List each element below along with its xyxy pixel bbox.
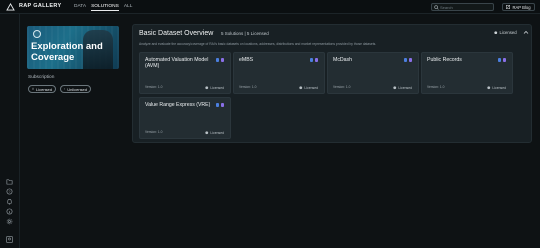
- solution-card-avm[interactable]: Automated Valuation Model (AVM) Version:…: [139, 52, 231, 94]
- card-version: Version: 1.0: [145, 130, 163, 134]
- card-title: Public Records: [427, 57, 462, 63]
- panel-description: Analyze and evaluate the accuracy/covera…: [139, 42, 377, 46]
- settings-icon[interactable]: [6, 218, 13, 225]
- shield-check-icon: [205, 131, 209, 135]
- card-status: Licensed: [487, 86, 506, 90]
- rap-blog-button[interactable]: RAP Blog: [502, 3, 535, 11]
- card-status-label: Licensed: [398, 86, 412, 90]
- rap-blog-label: RAP Blog: [512, 4, 531, 10]
- card-badges: [497, 58, 506, 62]
- search-input[interactable]: [440, 4, 492, 11]
- lock-icon: [64, 88, 66, 90]
- shield-check-icon: [299, 86, 303, 90]
- solution-card-mcdash[interactable]: McDash Version: 1.0 Licensed: [327, 52, 419, 94]
- circle-icon: [33, 30, 41, 38]
- card-status-label: Licensed: [210, 86, 224, 90]
- card-title: eMBS: [239, 57, 254, 63]
- subscription-label: Subscription: [28, 75, 55, 80]
- shield-check-icon: [393, 86, 397, 90]
- search-box[interactable]: [431, 3, 494, 11]
- solution-card-vre[interactable]: Value Range Express (VRE) Version: 1.0 L…: [139, 97, 231, 139]
- shield-check-icon: [494, 31, 498, 34]
- help-icon[interactable]: ?: [6, 188, 13, 195]
- licensed-chip-label: Licensed: [35, 86, 52, 92]
- card-version: Version: 1.0: [239, 85, 257, 89]
- license-filter-label: Licensed: [499, 30, 517, 35]
- license-filter[interactable]: Licensed: [494, 30, 517, 35]
- solution-badge-icon: [220, 103, 224, 107]
- hero-banner: Exploration and Coverage: [27, 26, 119, 69]
- card-title: Automated Valuation Model (AVM): [145, 57, 209, 70]
- data-badge-icon: [215, 58, 219, 62]
- svg-text:?: ?: [9, 190, 11, 194]
- card-badges: [403, 58, 412, 62]
- solution-badge-icon: [220, 58, 224, 62]
- shield-check-icon: [487, 86, 491, 90]
- nav-all[interactable]: ALL: [124, 4, 133, 11]
- panel-title: Basic Dataset Overview: [139, 30, 214, 37]
- external-link-icon: [506, 5, 511, 9]
- card-badges: [215, 58, 224, 62]
- data-badge-icon: [309, 58, 313, 62]
- card-title: McDash: [333, 57, 353, 63]
- nav-data[interactable]: DATA: [74, 4, 86, 11]
- solution-card-embs[interactable]: eMBS Version: 1.0 Licensed: [233, 52, 325, 94]
- hero-title: Exploration and Coverage: [31, 41, 103, 63]
- unlicensed-filter-chip[interactable]: Unlicensed: [60, 85, 91, 93]
- card-status-label: Licensed: [210, 131, 224, 135]
- card-version: Version: 1.0: [145, 85, 163, 89]
- data-badge-icon: [215, 103, 219, 107]
- card-version: Version: 1.0: [427, 85, 445, 89]
- dataset-overview-panel: Basic Dataset Overview 5 Solutions | 5 L…: [132, 24, 532, 143]
- search-icon: [434, 5, 439, 10]
- data-badge-icon: [403, 58, 407, 62]
- card-status-label: Licensed: [304, 86, 318, 90]
- shield-check-icon: [32, 88, 34, 90]
- solution-badge-icon: [408, 58, 412, 62]
- folder-icon[interactable]: [6, 178, 13, 185]
- card-status: Licensed: [299, 86, 318, 90]
- licensed-filter-chip[interactable]: Licensed: [28, 85, 56, 93]
- icon-rail: ?: [0, 14, 20, 248]
- chevron-up-icon[interactable]: [523, 30, 529, 35]
- card-version: Version: 1.0: [333, 85, 351, 89]
- card-title: Value Range Express (VRE): [145, 102, 211, 108]
- main-nav: DATA SOLUTIONS ALL: [74, 4, 132, 11]
- card-badges: [309, 58, 318, 62]
- info-icon[interactable]: [6, 208, 13, 215]
- card-status: Licensed: [393, 86, 412, 90]
- card-status: Licensed: [205, 86, 224, 90]
- top-bar: RAP GALLERY DATA SOLUTIONS ALL RAP Blog: [0, 0, 540, 14]
- card-badges: [215, 103, 224, 107]
- nav-solutions[interactable]: SOLUTIONS: [91, 4, 119, 11]
- bell-icon[interactable]: [6, 198, 13, 205]
- card-status: Licensed: [205, 131, 224, 135]
- solution-badge-icon: [314, 58, 318, 62]
- solution-counts: 5 Solutions | 5 Licensed: [221, 31, 269, 36]
- shield-check-icon: [205, 86, 209, 90]
- brand-name[interactable]: RAP GALLERY: [19, 3, 61, 9]
- solution-card-public-records[interactable]: Public Records Version: 1.0 Licensed: [421, 52, 513, 94]
- card-status-label: Licensed: [492, 86, 506, 90]
- unlicensed-chip-label: Unlicensed: [67, 86, 87, 92]
- solution-badge-icon: [502, 58, 506, 62]
- user-icon[interactable]: [6, 236, 13, 243]
- data-badge-icon: [497, 58, 501, 62]
- logo-icon[interactable]: [6, 3, 15, 11]
